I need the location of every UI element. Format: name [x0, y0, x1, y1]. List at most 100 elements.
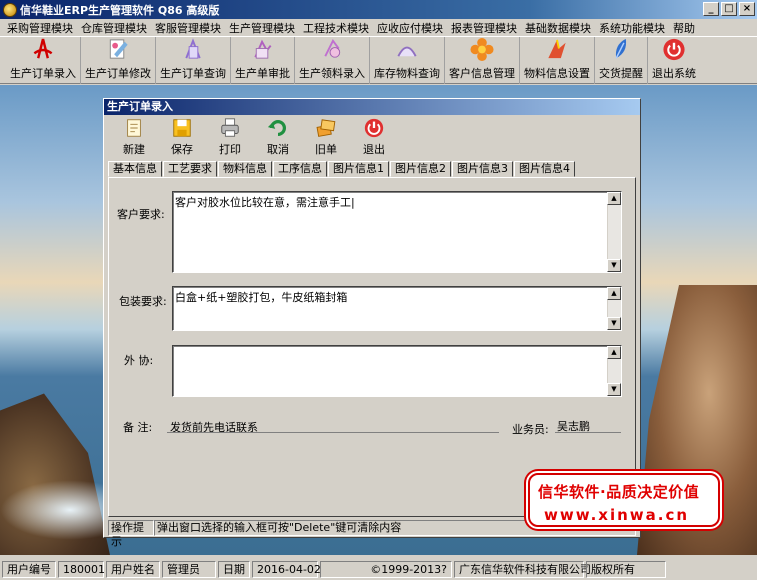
- exit-button[interactable]: 退出: [350, 117, 398, 159]
- order-approve-button[interactable]: 生产单审批: [231, 37, 295, 84]
- scroll-up-button[interactable]: ▲: [607, 192, 621, 205]
- tab-process-requirements[interactable]: 工艺要求: [163, 161, 217, 177]
- print-button[interactable]: 打印: [206, 117, 254, 159]
- order-entry-toolbar: 新建 保存 打印 取消 旧单 退出: [110, 117, 398, 159]
- feather-pen-icon: [615, 38, 627, 59]
- status-bar: 用户编号 180001 用户姓名 管理员 日期 2016-04-02 ©1999…: [0, 558, 757, 580]
- cancel-button[interactable]: 取消: [254, 117, 302, 159]
- save-button[interactable]: 保存: [158, 117, 206, 159]
- rights-text: 版权所有: [586, 560, 666, 578]
- packaging-scrollbar[interactable]: ▲ ▼: [607, 287, 621, 330]
- customer-flower-icon: [470, 37, 494, 62]
- outsource-field[interactable]: ▲ ▼: [172, 345, 622, 397]
- menu-reports[interactable]: 报表管理模块: [447, 20, 521, 36]
- watermark-slogan: 信华软件·品质决定价值: [538, 483, 700, 501]
- main-toolbar: 生产订单录入 生产订单修改 生产订单查询 生产单审批 生产领料录入 库存物料查询…: [0, 36, 757, 84]
- customer-info-button[interactable]: 客户信息管理: [445, 37, 520, 84]
- packaging-field[interactable]: 白盒+纸+塑胶打包，牛皮纸箱封箱 ▲ ▼: [172, 286, 622, 331]
- salesman-label: 业务员:: [512, 423, 549, 436]
- stock-query-button[interactable]: 库存物料查询: [370, 37, 445, 84]
- exit-label: 退出: [363, 143, 385, 156]
- menu-customer-service[interactable]: 客服管理模块: [151, 20, 225, 36]
- material-setting-icon: [548, 39, 566, 59]
- menu-production[interactable]: 生产管理模块: [225, 20, 299, 36]
- tab-strip: 基本信息 工艺要求 物料信息 工序信息 图片信息1 图片信息2 图片信息3 图片…: [108, 161, 576, 177]
- minimize-button[interactable]: _: [703, 2, 719, 16]
- scroll-down-button[interactable]: ▼: [607, 383, 621, 396]
- maximize-button[interactable]: □: [721, 2, 737, 16]
- material-issue-button[interactable]: 生产领料录入: [295, 37, 370, 84]
- doc-edit-icon: [109, 39, 128, 59]
- customer-req-scrollbar[interactable]: ▲ ▼: [607, 192, 621, 272]
- menu-base-data[interactable]: 基础数据模块: [521, 20, 595, 36]
- menu-warehouse[interactable]: 仓库管理模块: [77, 20, 151, 36]
- tab-image-2[interactable]: 图片信息2: [390, 161, 451, 177]
- salesman-field[interactable]: [555, 432, 621, 433]
- tab-image-1[interactable]: 图片信息1: [328, 161, 389, 177]
- old-orders-icon: [316, 119, 336, 137]
- order-entry-title: 生产订单录入: [104, 99, 640, 115]
- user-name-label: 用户姓名: [106, 560, 160, 578]
- tab-image-3[interactable]: 图片信息3: [452, 161, 513, 177]
- erp-main-window: 信华鞋业ERP生产管理软件 Q86 高级版 _ □ × 采购管理模块 仓库管理模…: [0, 0, 757, 580]
- material-setting-button[interactable]: 物料信息设置: [520, 37, 595, 84]
- exit-system-label: 退出系统: [652, 67, 696, 80]
- tab-process-steps[interactable]: 工序信息: [273, 161, 327, 177]
- tab-basic-info[interactable]: 基本信息: [108, 161, 162, 177]
- watermark-badge: 信华软件·品质决定价值 www.xinwa.cn: [528, 473, 720, 527]
- menu-purchase[interactable]: 采购管理模块: [3, 20, 77, 36]
- delivery-reminder-label: 交货提醒: [599, 67, 643, 80]
- company-name: 广东信华软件科技有限公司: [454, 560, 591, 578]
- material-setting-label: 物料信息设置: [524, 67, 590, 80]
- watermark-url: www.xinwa.cn: [544, 506, 690, 524]
- packaging-value: 白盒+纸+塑胶打包，牛皮纸箱封箱: [175, 291, 348, 304]
- app-title: 信华鞋业ERP生产管理软件 Q86 高级版: [20, 3, 220, 17]
- old-orders-button[interactable]: 旧单: [302, 117, 350, 159]
- hint-label: 操作提示: [108, 520, 154, 548]
- order-edit-label: 生产订单修改: [85, 67, 151, 80]
- scroll-up-button[interactable]: ▲: [607, 287, 621, 300]
- close-button[interactable]: ×: [739, 2, 755, 16]
- print-label: 打印: [219, 143, 241, 156]
- date-label: 日期: [218, 560, 250, 578]
- tab-image-4[interactable]: 图片信息4: [514, 161, 575, 177]
- menu-system[interactable]: 系统功能模块: [595, 20, 669, 36]
- menu-receivables[interactable]: 应收应付模块: [373, 20, 447, 36]
- order-query-button[interactable]: 生产订单查询: [156, 37, 231, 84]
- pdf-doc-icon: [33, 38, 53, 59]
- menu-engineering[interactable]: 工程技术模块: [299, 20, 373, 36]
- stock-query-label: 库存物料查询: [374, 67, 440, 80]
- delivery-reminder-button[interactable]: 交货提醒: [595, 37, 648, 84]
- tab-material-info[interactable]: 物料信息: [218, 161, 272, 177]
- order-edit-button[interactable]: 生产订单修改: [81, 37, 156, 84]
- title-bar: 信华鞋业ERP生产管理软件 Q86 高级版 _ □ ×: [0, 0, 757, 19]
- order-query-label: 生产订单查询: [160, 67, 226, 80]
- user-name-value: 管理员: [162, 560, 216, 578]
- scroll-down-button[interactable]: ▼: [607, 317, 621, 330]
- customer-info-label: 客户信息管理: [449, 67, 515, 80]
- material-issue-label: 生产领料录入: [299, 67, 365, 80]
- save-label: 保存: [171, 143, 193, 156]
- window-controls: _ □ ×: [703, 2, 755, 16]
- exit-system-button[interactable]: 退出系统: [648, 37, 700, 84]
- scroll-up-button[interactable]: ▲: [607, 346, 621, 359]
- stock-search-icon: [397, 46, 417, 57]
- menu-help[interactable]: 帮助: [669, 20, 699, 36]
- save-icon: [173, 119, 191, 137]
- cancel-label: 取消: [267, 143, 289, 156]
- customer-req-value: 客户对胶水位比较在意，需注意手工|: [175, 196, 355, 209]
- remark-field[interactable]: [167, 432, 499, 433]
- order-entry-button[interactable]: 生产订单录入: [6, 37, 81, 84]
- printer-icon: [221, 118, 239, 137]
- scroll-down-button[interactable]: ▼: [607, 259, 621, 272]
- new-doc-icon: [127, 119, 141, 137]
- material-input-icon: [324, 39, 341, 58]
- new-button[interactable]: 新建: [110, 117, 158, 159]
- outsource-scrollbar[interactable]: ▲ ▼: [607, 346, 621, 396]
- new-label: 新建: [123, 143, 145, 156]
- customer-req-field[interactable]: 客户对胶水位比较在意，需注意手工| ▲ ▼: [172, 191, 622, 273]
- remark-label: 备 注:: [123, 421, 153, 434]
- power-icon: [663, 38, 685, 61]
- doc-approve-icon: [253, 39, 271, 59]
- user-no-label: 用户编号: [2, 560, 56, 578]
